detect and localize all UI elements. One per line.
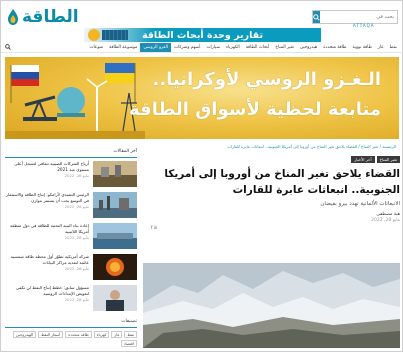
search-input[interactable] bbox=[320, 11, 397, 23]
list-item-title: مسؤول سابق: خطط إنتاج النفط لن تكفي لتعو… bbox=[16, 285, 89, 296]
tag-link[interactable]: طاقة متجددة bbox=[65, 331, 92, 338]
nav-item-hydrogen[interactable]: هيدروجين bbox=[297, 45, 320, 50]
list-item[interactable]: شركة أمريكية تطوّر أول محطة طاقة شمسية ع… bbox=[5, 254, 137, 282]
categories-heading: تصنيفات bbox=[5, 319, 137, 328]
share-icons[interactable]: f in bbox=[151, 225, 157, 230]
promo-banner[interactable]: تقارير وحدة أبحاث الطاقة bbox=[84, 28, 321, 42]
page-frame: الطاقة ATTAQA تقارير وحدة أبحاث الطاقة ن… bbox=[0, 0, 403, 352]
nav-item-cars[interactable]: سيارات bbox=[203, 45, 223, 50]
nav-search-icon[interactable] bbox=[5, 43, 11, 52]
promo-text: تقارير وحدة أبحاث الطاقة bbox=[141, 29, 264, 41]
nav-item-encyclopedia[interactable]: موسوعة الطاقة bbox=[106, 45, 140, 50]
nav-item-electricity[interactable]: الكهرباء bbox=[223, 45, 243, 50]
nav-item-stocks[interactable]: أسهم وشركات bbox=[171, 45, 203, 50]
nav-item-russian-invasion[interactable]: الغزو الروسي bbox=[140, 43, 171, 52]
author-name[interactable]: هبة مصطفى bbox=[143, 212, 400, 217]
list-item-title: شركة أمريكية تطوّر أول محطة طاقة شمسية ع… bbox=[10, 254, 89, 265]
nav-item-gas[interactable]: غاز bbox=[375, 45, 387, 50]
article: تغير المناخ آخر الأخبار القضاء يلاحق تغي… bbox=[143, 156, 400, 348]
article-photo bbox=[143, 263, 400, 348]
sidebar-heading: آخر المقالات bbox=[5, 149, 137, 158]
list-item-title: إعادة بناء البنية التحتية للطاقة في دول … bbox=[10, 223, 89, 234]
thumbnail bbox=[93, 285, 137, 311]
hero-banner[interactable]: الـغـزو الروسي لأوكرانيا.. متابعة لحظية … bbox=[5, 57, 399, 139]
tag-climate[interactable]: تغير المناخ bbox=[376, 156, 400, 163]
hero-subheadline: متابعة لحظية لأسواق الطاقة bbox=[129, 99, 381, 120]
article-tags: تغير المناخ آخر الأخبار bbox=[143, 156, 400, 163]
flame-logo-icon bbox=[8, 9, 18, 25]
ukraine-flag-icon bbox=[105, 63, 136, 103]
tag-link[interactable]: أسعار النفط bbox=[38, 331, 64, 338]
search-box[interactable] bbox=[312, 10, 398, 24]
list-item[interactable]: إعادة بناء البنية التحتية للطاقة في دول … bbox=[5, 223, 137, 251]
thumbnail bbox=[93, 223, 137, 249]
main-nav: نفط غاز طاقة نووية طاقة متجددة هيدروجين … bbox=[1, 43, 403, 53]
article-subtitle: الانبعاثات الألمانية تهدد بيرو بفيضان bbox=[320, 201, 400, 207]
russia-flag-icon bbox=[10, 65, 39, 103]
list-item-date: مايو 28, 2022 bbox=[64, 297, 89, 303]
tag-link[interactable]: الهيدروجين bbox=[12, 331, 37, 338]
nav-item-research[interactable]: أبحاث الطاقة bbox=[243, 45, 273, 50]
nav-item-nuclear[interactable]: طاقة نووية bbox=[349, 45, 374, 50]
thumbnail bbox=[93, 192, 137, 218]
search-button[interactable] bbox=[313, 11, 320, 23]
gas-tank-icon bbox=[57, 87, 85, 117]
nav-item-oil[interactable]: نفط bbox=[387, 45, 400, 50]
hero-headline: الـغـزو الروسي لأوكرانيا.. bbox=[152, 69, 381, 90]
list-item-title: الرئيس التنفيذي لأرامكو: إنتاج الطاقة وا… bbox=[6, 192, 89, 203]
tag-link[interactable]: غاز bbox=[111, 331, 123, 338]
nav-item-renewable[interactable]: طاقة متجددة bbox=[320, 45, 349, 50]
list-item[interactable]: مسؤول سابق: خطط إنتاج النفط لن تكفي لتعو… bbox=[5, 285, 137, 313]
breadcrumb[interactable]: الرئيسية / تغير المناخ / القضاء يلاحق تغ… bbox=[136, 144, 396, 149]
share-row: f in bbox=[143, 223, 400, 235]
list-item-date: مايو 28, 2022 bbox=[64, 235, 89, 241]
list-item[interactable]: الرئيس التنفيذي لأرامكو: إنتاج الطاقة وا… bbox=[5, 192, 137, 220]
sidebar: آخر المقالات أرباح الشركات الصينية تتعاف… bbox=[5, 149, 137, 349]
thumbnail bbox=[93, 161, 137, 187]
list-item-title: أرباح الشركات الصينية تتعافى لتسجل أعلى … bbox=[14, 161, 89, 172]
top-bar: الطاقة bbox=[1, 3, 403, 31]
tag-latest[interactable]: آخر الأخبار bbox=[351, 156, 375, 163]
logo-subtitle: ATTAQA bbox=[353, 23, 375, 28]
logo-text: الطاقة bbox=[22, 7, 79, 27]
sun-icon bbox=[88, 29, 100, 41]
tag-link[interactable]: نفط bbox=[124, 331, 137, 338]
list-item[interactable]: أرباح الشركات الصينية تتعافى لتسجل أعلى … bbox=[5, 161, 137, 189]
hero-illustration bbox=[5, 63, 145, 139]
article-title: القضاء يلاحق تغير المناخ من أوروبا إلى أ… bbox=[164, 168, 400, 196]
search-icon bbox=[313, 13, 320, 21]
list-item-date: مايو 28, 2022 bbox=[64, 173, 89, 179]
tag-link[interactable]: كهرباء bbox=[93, 331, 110, 338]
tag-link[interactable]: اقتصاد bbox=[120, 340, 137, 347]
byline: هبة مصطفى مايو 28, 2022 bbox=[143, 212, 400, 223]
thumbnail bbox=[93, 254, 137, 280]
nav-item-misc[interactable]: منوعات bbox=[86, 45, 106, 50]
wind-turbine-icon bbox=[86, 78, 108, 131]
tag-cloud: نفط غاز كهرباء طاقة متجددة أسعار النفط ا… bbox=[5, 331, 137, 347]
list-item-date: مايو 28, 2022 bbox=[64, 266, 89, 272]
list-item-date: مايو 28, 2022 bbox=[64, 204, 89, 210]
site-logo[interactable]: الطاقة bbox=[7, 7, 79, 27]
solar-panel-icon bbox=[102, 30, 128, 40]
nav-item-climate[interactable]: تغير المناخ bbox=[272, 45, 297, 50]
oil-pump-icon bbox=[23, 95, 57, 122]
